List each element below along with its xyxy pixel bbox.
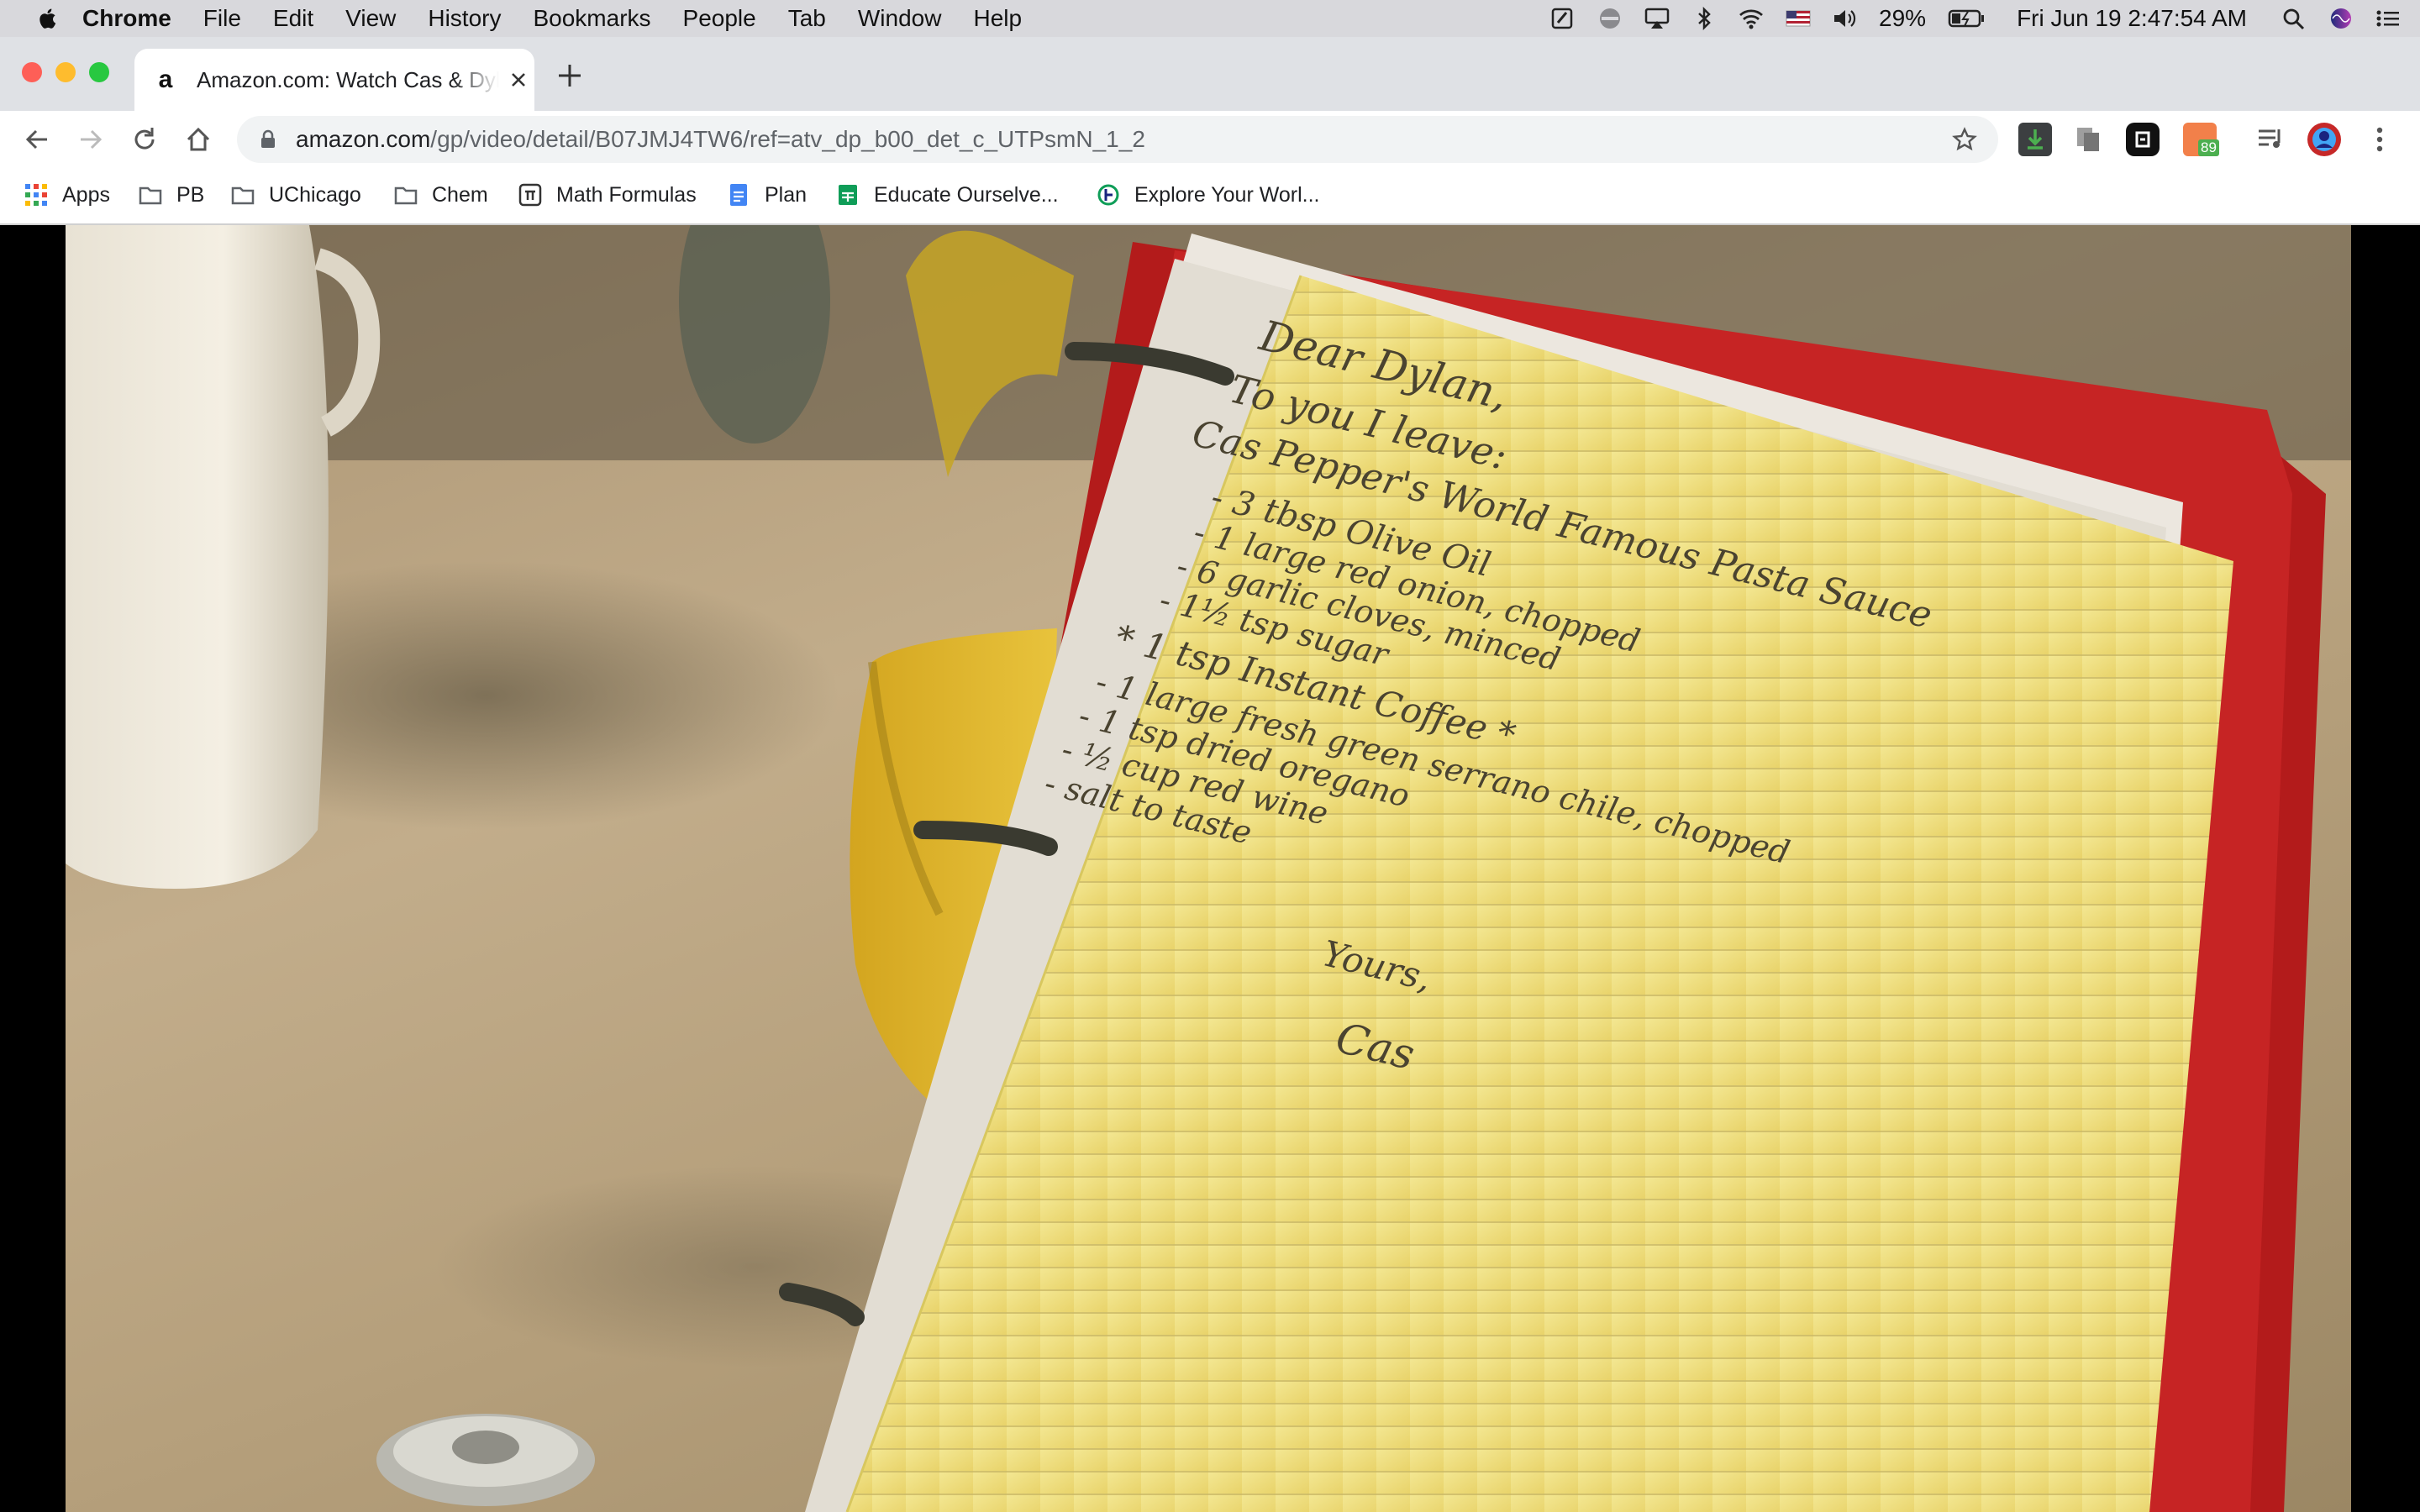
google-sheets-icon xyxy=(839,185,857,205)
tab-title: Amazon.com: Watch Cas & Dylan xyxy=(197,66,499,92)
bookmark-label: Chem xyxy=(432,182,488,207)
video-frame: Dear Dylan, To you I leave: Cas Pepper's… xyxy=(66,225,2351,1512)
google-docs-icon xyxy=(730,184,747,206)
extension-badge: 89 xyxy=(2198,139,2219,156)
tab-strip: a Amazon.com: Watch Cas & Dylan xyxy=(0,37,2420,111)
menu-people[interactable]: People xyxy=(683,5,756,32)
home-icon[interactable] xyxy=(182,123,215,156)
menu-help[interactable]: Help xyxy=(973,5,1022,32)
bookmark-label: Educate Ourselve... xyxy=(874,182,1059,207)
address-bar[interactable]: amazon.com/gp/video/detail/B07JMJ4TW6/re… xyxy=(237,116,1998,163)
amazon-favicon-icon: a xyxy=(158,66,173,93)
clipper-extension-icon[interactable] xyxy=(2126,123,2160,156)
apps-grid-icon xyxy=(25,184,47,206)
tab-close-icon[interactable] xyxy=(508,69,529,91)
url-text[interactable]: amazon.com/gp/video/detail/B07JMJ4TW6/re… xyxy=(296,126,1145,153)
chrome-menu-icon[interactable] xyxy=(2363,123,2396,156)
bookmark-apps[interactable]: Apps xyxy=(24,180,110,210)
media-control-icon[interactable] xyxy=(2254,123,2287,156)
bookmark-label: PB xyxy=(176,182,205,207)
spotlight-search-icon[interactable] xyxy=(2281,7,2307,30)
video-player[interactable]: Dear Dylan, To you I leave: Cas Pepper's… xyxy=(0,225,2420,1512)
status-area: 29% Fri Jun 19 2:47:54 AM xyxy=(1549,0,2420,37)
pi-icon xyxy=(518,183,542,207)
url-domain: amazon.com xyxy=(296,126,431,152)
bookmark-explore-your-world[interactable]: Explore Your Worl... xyxy=(1096,180,1319,210)
bookmark-star-icon[interactable] xyxy=(1951,126,1978,153)
folder-icon xyxy=(394,186,418,205)
record-status-icon[interactable] xyxy=(1597,7,1623,30)
bookmark-label: Math Formulas xyxy=(556,182,697,207)
profile-avatar[interactable] xyxy=(2307,123,2341,156)
bookmark-label: UChicago xyxy=(269,182,361,207)
bookmark-math-formulas[interactable]: Math Formulas xyxy=(518,180,697,210)
forward-arrow-icon[interactable] xyxy=(74,123,108,156)
menu-app-name[interactable]: Chrome xyxy=(82,5,171,32)
airplay-icon[interactable] xyxy=(1644,7,1670,30)
siri-icon[interactable] xyxy=(2328,7,2354,30)
window-zoom-button[interactable] xyxy=(89,62,109,82)
bluetooth-icon[interactable] xyxy=(1691,7,1718,30)
notes-status-icon[interactable] xyxy=(1549,7,1576,30)
window-close-button[interactable] xyxy=(22,62,42,82)
back-arrow-icon[interactable] xyxy=(20,123,54,156)
apple-logo-icon[interactable] xyxy=(35,6,57,31)
bookmark-plan[interactable]: Plan xyxy=(726,180,807,210)
battery-icon[interactable] xyxy=(1948,7,1985,30)
tab-amazon-video[interactable]: a Amazon.com: Watch Cas & Dylan xyxy=(134,49,534,111)
volume-icon[interactable] xyxy=(1832,7,1859,30)
menu-history[interactable]: History xyxy=(428,5,501,32)
folder-icon xyxy=(139,186,162,205)
us-flag-input-icon[interactable] xyxy=(1785,7,1812,30)
new-tab-icon[interactable] xyxy=(555,60,585,91)
bookmark-label: Apps xyxy=(62,182,110,207)
honey-extension-icon[interactable]: 89 xyxy=(2183,123,2219,156)
menu-window[interactable]: Window xyxy=(858,5,942,32)
download-extension-icon[interactable] xyxy=(2018,123,2052,156)
bookmark-folder-uchicago[interactable]: UChicago xyxy=(230,180,361,210)
wifi-icon[interactable] xyxy=(1738,7,1765,30)
bookmark-label: Explore Your Worl... xyxy=(1134,182,1320,207)
bookmarks-bar: Apps PB UChicago Chem Math Formulas Plan… xyxy=(0,168,2420,225)
bookmark-folder-pb[interactable]: PB xyxy=(138,180,204,210)
copy-extension-icon[interactable] xyxy=(2072,123,2106,156)
folder-icon xyxy=(231,186,255,205)
menu-tab[interactable]: Tab xyxy=(788,5,826,32)
reload-icon[interactable] xyxy=(128,123,161,156)
browser-toolbar: amazon.com/gp/video/detail/B07JMJ4TW6/re… xyxy=(0,111,2420,168)
menu-view[interactable]: View xyxy=(345,5,396,32)
bookmark-folder-chem[interactable]: Chem xyxy=(393,180,488,210)
clock[interactable]: Fri Jun 19 2:47:54 AM xyxy=(2017,5,2247,32)
lock-icon[interactable] xyxy=(257,129,279,150)
macos-menu-bar: Chrome File Edit View History Bookmarks … xyxy=(0,0,2420,37)
battery-percent: 29% xyxy=(1879,5,1927,31)
notification-center-icon[interactable] xyxy=(2375,7,2402,30)
url-path: /gp/video/detail/B07JMJ4TW6/ref=atv_dp_b… xyxy=(430,126,1145,152)
explore-site-icon xyxy=(1097,184,1119,206)
bookmark-educate-ourselves[interactable]: Educate Ourselve... xyxy=(835,180,1059,210)
menu-file[interactable]: File xyxy=(203,5,241,32)
window-minimize-button[interactable] xyxy=(55,62,76,82)
bookmark-label: Plan xyxy=(765,182,808,207)
menu-edit[interactable]: Edit xyxy=(273,5,313,32)
menu-bookmarks[interactable]: Bookmarks xyxy=(533,5,650,32)
